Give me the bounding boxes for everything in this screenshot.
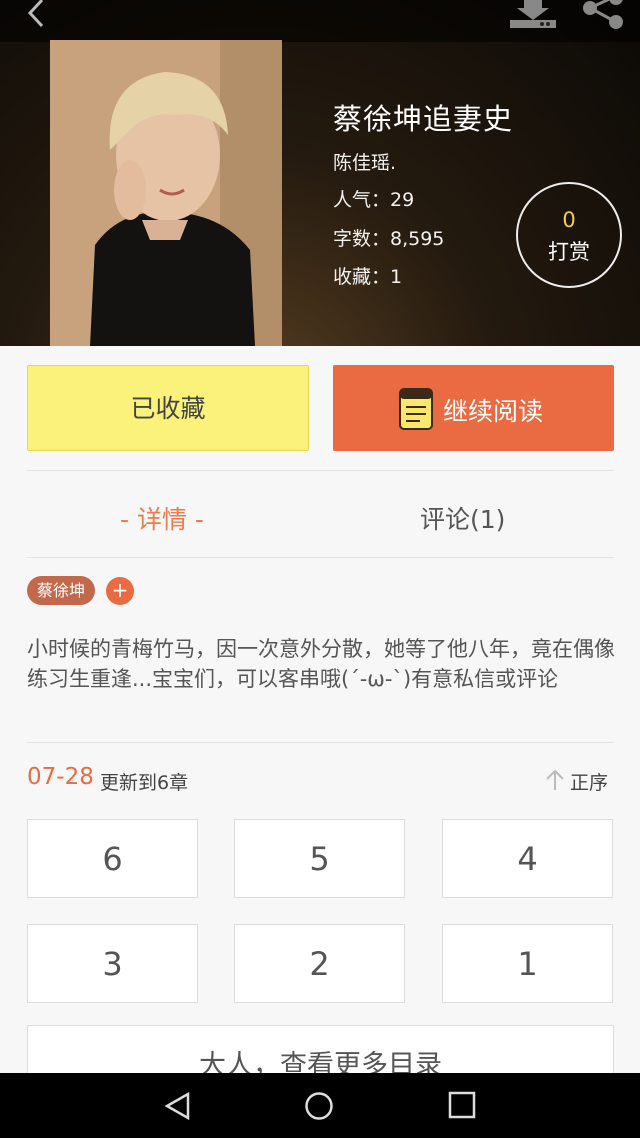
chapter-button[interactable]: 5 <box>234 819 405 898</box>
divider <box>27 557 614 558</box>
tag-chip[interactable]: 蔡徐坤 <box>27 576 96 605</box>
share-icon[interactable] <box>580 0 628 30</box>
add-tag-button[interactable]: + <box>106 577 134 605</box>
continue-reading-button[interactable]: 继续阅读 <box>333 365 614 451</box>
chapter-button[interactable]: 6 <box>27 819 198 898</box>
book-icon <box>399 388 433 430</box>
top-bar <box>0 0 640 42</box>
book-cover-image <box>50 40 282 346</box>
download-icon[interactable] <box>508 0 558 30</box>
back-arrow-icon[interactable] <box>18 0 52 30</box>
book-title: 蔡徐坤追妻史 <box>333 102 514 136</box>
book-header: 蔡徐坤追妻史 陈佳瑶. 人气：29 字数：8,595 收藏：1 0 打赏 <box>0 0 640 346</box>
nav-recents-icon[interactable] <box>448 1091 476 1119</box>
book-popularity: 人气：29 <box>333 189 415 211</box>
book-author[interactable]: 陈佳瑶. <box>333 148 396 175</box>
update-text: 更新到6章 <box>100 772 189 794</box>
chapter-button[interactable]: 2 <box>234 924 405 1003</box>
book-favorites: 收藏：1 <box>333 266 403 288</box>
update-date: 07-28 <box>27 764 94 790</box>
chapter-button[interactable]: 1 <box>442 924 613 1003</box>
sort-label: 正序 <box>570 772 609 794</box>
book-description: 小时候的青梅竹马，因一次意外分散，她等了他八年，竟在偶像练习生重逢...宝宝们，… <box>27 637 615 691</box>
chapter-button[interactable]: 4 <box>442 819 613 898</box>
continue-reading-label: 继续阅读 <box>443 397 544 426</box>
tab-detail[interactable]: - 详情 - <box>120 500 204 536</box>
chapter-button[interactable]: 3 <box>27 924 198 1003</box>
tip-label: 打赏 <box>548 240 590 264</box>
nav-back-icon[interactable] <box>163 1091 193 1121</box>
tip-button[interactable]: 0 打赏 <box>516 182 622 288</box>
divider <box>27 470 614 471</box>
arrow-up-icon <box>546 769 564 790</box>
favorited-button[interactable]: 已收藏 <box>27 365 309 451</box>
system-nav-bar <box>0 1073 640 1138</box>
tip-count: 0 <box>562 208 576 232</box>
nav-home-icon[interactable] <box>304 1091 334 1121</box>
divider <box>27 742 614 743</box>
tab-comments[interactable]: 评论(1) <box>420 500 505 536</box>
book-word-count: 字数：8,595 <box>333 228 445 250</box>
